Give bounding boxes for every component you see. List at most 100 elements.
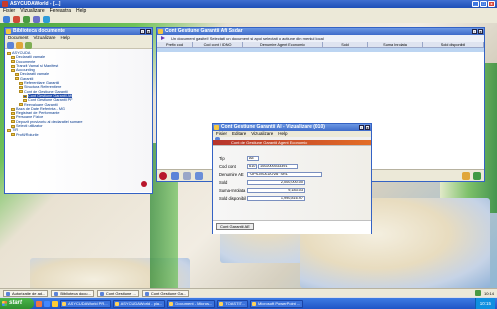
start-button[interactable]: start <box>0 298 34 309</box>
globe-icon[interactable] <box>43 16 50 23</box>
folder-icon <box>11 116 15 120</box>
restore-button[interactable]: ▫ <box>359 125 364 130</box>
prev-icon[interactable] <box>183 172 191 180</box>
folder-icon <box>23 94 27 98</box>
restore-button[interactable]: ▫ <box>472 29 477 34</box>
menu-vizualizare[interactable]: Vizualizare <box>34 35 56 41</box>
quicklaunch-icon[interactable] <box>44 300 50 307</box>
minimize-button[interactable]: _ <box>472 1 479 7</box>
window-title: Biblioteca documente <box>13 28 65 34</box>
folder-icon <box>15 77 19 81</box>
tree-item-label: Profil/Rolurile <box>16 132 39 137</box>
window-switch-button[interactable]: Autorizatie de ad... <box>3 290 49 297</box>
folder-icon <box>7 128 11 132</box>
document-tree: ASYCUDA Declaratii vamale Documente Tranzit… <box>5 49 152 192</box>
menu-help[interactable]: Help <box>60 35 69 41</box>
window-titlebar: Cont Gestiune Garantii Al - Vizualizare … <box>213 124 371 131</box>
mdi-clock: 10:14 <box>483 290 494 296</box>
app-titlebar: ASYCUDAWorld - [...] _ □ x <box>0 0 497 8</box>
folder-icon <box>11 111 15 115</box>
connection-icon <box>474 290 481 296</box>
field-label: Denumire AE <box>219 171 244 177</box>
sold-disponibil-input[interactable]: 1,990,816.97 <box>247 195 305 201</box>
window-titlebar: Cont Gestiune Garantii Afi Ssdar ▫ x <box>157 28 484 35</box>
column-header[interactable]: Prefix cod <box>157 42 193 47</box>
field-cod-cont: Cod cont 610 1002000033391 <box>219 163 298 169</box>
field-sold-disponibil: Sold disponibil 1,990,816.97 <box>219 195 305 201</box>
window-switch-button[interactable]: Biblioteca docu... <box>51 290 94 297</box>
quicklaunch-icon[interactable] <box>36 300 42 307</box>
form-header: Cont de Gestiune Garantii Agent Economic <box>213 137 371 146</box>
folder-icon <box>23 98 27 102</box>
folder-icon <box>15 73 19 77</box>
tab-cont-garantii[interactable]: Cont Garantii AE <box>216 223 254 230</box>
taskbar-item[interactable]: Document - Micros... <box>167 299 216 308</box>
folder-icon <box>11 107 15 111</box>
back-icon[interactable] <box>3 16 10 23</box>
window-title: Cont Gestiune Garantii Afi Ssdar <box>165 28 243 34</box>
maximize-button[interactable]: □ <box>480 1 487 7</box>
folder-icon <box>11 55 15 59</box>
column-header[interactable]: Sold disponibil <box>423 42 484 47</box>
window-switch-button[interactable]: Cont Gestiune Ga... <box>141 290 190 297</box>
folder-icon <box>11 120 15 124</box>
column-header[interactable]: Denumire Agent Economic <box>243 42 323 47</box>
folder-icon <box>19 86 23 90</box>
arrow-right-icon <box>161 36 165 40</box>
window-switch-button[interactable]: Cont Gestiune ... <box>96 290 139 297</box>
field-tip: Tip AE <box>219 155 259 161</box>
cod-cont-input[interactable]: 1002000033391 <box>258 163 298 169</box>
edit-icon[interactable] <box>462 172 470 180</box>
menu-vizualizare[interactable]: Vizualizare <box>20 8 44 15</box>
taskbar-item[interactable]: ASYCUDAWorld - pla... <box>112 299 166 308</box>
column-header[interactable]: Suma Inrolata <box>368 42 423 47</box>
field-suma-inrolata: Suma-Inrolata 9,183.03 <box>219 187 305 193</box>
restore-button[interactable]: ▫ <box>140 29 145 34</box>
form-banner: Cont de Gestiune Garantii Agent Economic <box>213 140 371 145</box>
folder-icon <box>19 90 23 94</box>
next-icon[interactable] <box>195 172 203 180</box>
sold-input[interactable]: 2,000,000.00 <box>247 179 305 185</box>
refresh-icon[interactable] <box>23 16 30 23</box>
menu-document[interactable]: Document <box>8 35 29 41</box>
folder-icon[interactable] <box>16 42 23 49</box>
refresh-icon[interactable] <box>25 42 32 49</box>
app-icon <box>2 1 8 7</box>
close-button[interactable]: x <box>146 29 151 34</box>
system-tray-clock[interactable]: 10:15 <box>474 298 495 309</box>
folder-icon <box>11 64 15 68</box>
tree-item[interactable]: Profil/Rolurile <box>7 133 152 137</box>
taskbar-item[interactable]: TOASTIT... <box>217 299 248 308</box>
column-header[interactable]: Cod cont / IDNO <box>193 42 243 47</box>
record-icon[interactable] <box>159 172 167 180</box>
taskbar-item[interactable]: Microsoft PowerPoint ... <box>250 299 304 308</box>
field-denumire: Denumire AE "UPS-MOLDOVA" SRL <box>219 171 322 177</box>
field-label: Cod cont <box>219 163 236 169</box>
tip-input[interactable]: AE <box>247 155 259 161</box>
denumire-input[interactable]: "UPS-MOLDOVA" SRL <box>247 171 322 177</box>
back-icon[interactable] <box>7 42 14 49</box>
suma-inrolata-input[interactable]: 9,183.03 <box>247 187 305 193</box>
folder-icon <box>11 60 15 64</box>
column-header[interactable]: Sold <box>323 42 368 47</box>
menu-help[interactable]: Help <box>76 8 86 15</box>
document-library-window: Biblioteca documente ▫ x Document Vizual… <box>4 27 153 194</box>
menu-fereastra[interactable]: Fereastra <box>50 8 71 15</box>
folder-icon <box>19 81 23 85</box>
cod-prefix-input[interactable]: 610 <box>247 163 257 169</box>
field-label: Sold <box>219 179 228 185</box>
menu-fisier[interactable]: Fisier <box>3 8 15 15</box>
first-icon[interactable] <box>171 172 179 180</box>
close-button[interactable]: x <box>365 125 370 130</box>
window-titlebar: Biblioteca documente ▫ x <box>5 28 152 35</box>
close-button[interactable]: x <box>488 1 495 7</box>
folder-icon <box>11 68 15 72</box>
stop-icon[interactable] <box>13 16 20 23</box>
taskbar-item[interactable]: ASYCUDAWorld PR... <box>60 299 111 308</box>
confirm-icon[interactable] <box>473 172 481 180</box>
quicklaunch-icon[interactable] <box>52 300 58 307</box>
document-icon <box>214 125 219 130</box>
close-button[interactable]: x <box>478 29 483 34</box>
mail-icon[interactable] <box>33 16 40 23</box>
folder-icon <box>6 29 11 34</box>
